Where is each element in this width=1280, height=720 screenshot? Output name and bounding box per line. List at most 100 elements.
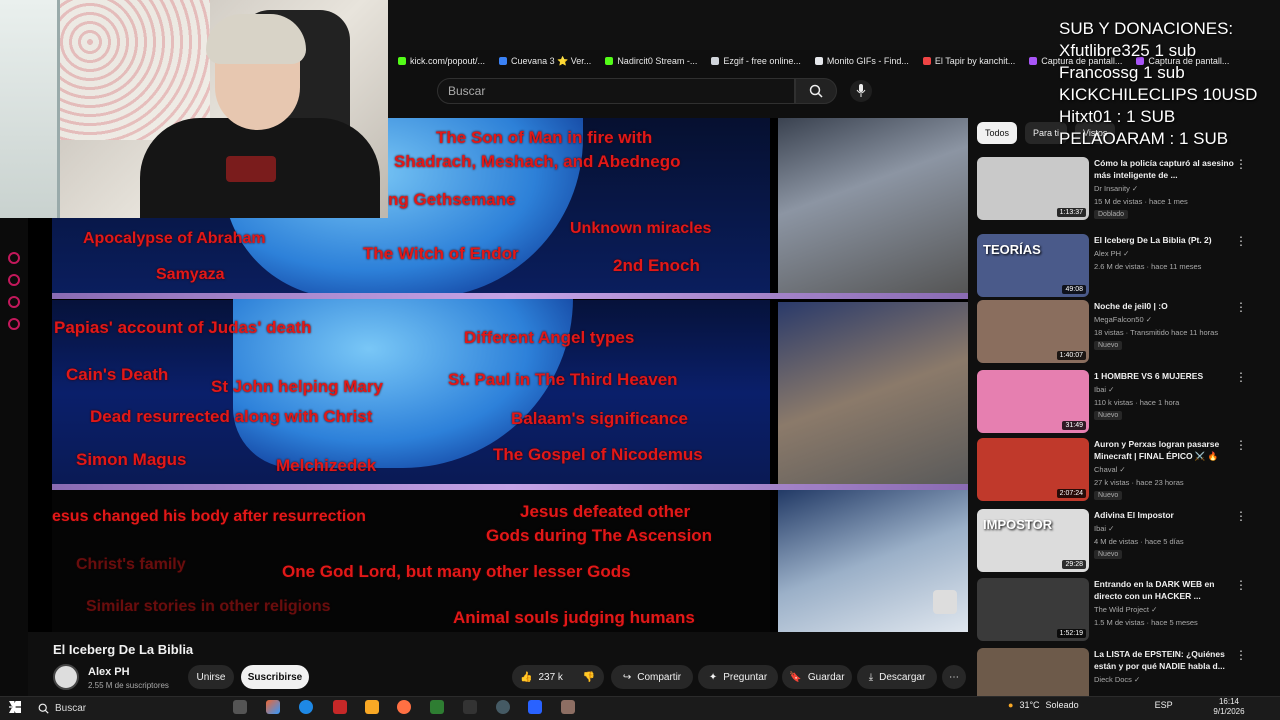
like-button[interactable]: 👍 237 k 👎 (512, 665, 604, 689)
bookmark-item[interactable]: Ezgif - free online... (711, 56, 801, 66)
share-button[interactable]: ↪ Compartir (611, 665, 693, 689)
iceberg-text: esus changed his body after resurrection (52, 508, 366, 525)
emote-icon (933, 590, 957, 614)
join-label: Unirse (196, 671, 226, 683)
rail-icon[interactable] (8, 296, 20, 308)
more-options-icon[interactable]: ⋮ (1235, 438, 1247, 452)
recommendation-item[interactable]: 1:52:19 Entrando en la DARK WEB en direct… (977, 578, 1267, 642)
more-options-icon[interactable]: ⋮ (1235, 370, 1247, 384)
iceberg-text: 2nd Enoch (613, 256, 700, 275)
channel-name[interactable]: Alex PH (88, 666, 130, 678)
bookmark-item[interactable]: Monito GIFs - Find... (814, 56, 909, 66)
mic-button[interactable] (850, 80, 872, 102)
app-icon[interactable] (333, 700, 347, 714)
recommendation-item[interactable]: 31:49 1 HOMBRE VS 6 MUJERES Ibai ✓ 110 k vi… (977, 370, 1267, 434)
recommendation-title[interactable]: Auron y Perxas logran pasarse Minecraft … (1094, 438, 1244, 462)
recommendation-channel[interactable]: Dieck Docs ✓ (1094, 675, 1140, 684)
subscribe-label: Suscribirse (247, 671, 303, 683)
epic-icon[interactable] (463, 700, 477, 714)
dislike-icon[interactable]: 👎 (583, 672, 595, 683)
app-icon[interactable] (561, 700, 575, 714)
recommendation-meta: 15 M de vistas · hace 1 mes (1094, 197, 1188, 206)
recommendation-item[interactable]: IMPOSTOR 29:28 Adivina El Impostor Ibai ✓ 4 … (977, 509, 1267, 573)
more-icon: ⋯ (949, 671, 959, 683)
recommendation-title[interactable]: Cómo la policía capturó al asesino más i… (1094, 157, 1244, 181)
ask-button[interactable]: ✦ Preguntar (698, 665, 778, 689)
more-options-icon[interactable]: ⋮ (1235, 157, 1247, 171)
save-button[interactable]: 🔖 Guardar (782, 665, 852, 689)
search-input[interactable]: Buscar (437, 78, 795, 104)
video-thumbnail[interactable]: TEORÍAS 49:08 (977, 234, 1089, 297)
iceberg-text: Balaam's significance (511, 409, 688, 428)
bookmark-item[interactable]: kick.com/popout/... (398, 56, 485, 66)
recommendation-title[interactable]: Noche de jeil0 | :O (1094, 300, 1244, 312)
bookmark-item[interactable]: El Tapir by kanchit... (922, 56, 1016, 66)
recommendation-item[interactable]: 1:13:37 Cómo la policía capturó al asesin… (977, 157, 1267, 221)
donation-line: Hitxt01 : 1 SUB (1059, 107, 1176, 126)
iceberg-text: Gods during The Ascension (486, 526, 713, 545)
recommendation-title[interactable]: 1 HOMBRE VS 6 MUJERES (1094, 370, 1244, 382)
video-thumbnail[interactable]: 1:40:07 (977, 300, 1089, 363)
store-icon[interactable] (528, 700, 542, 714)
join-button[interactable]: Unirse (188, 665, 234, 689)
recommendation-channel[interactable]: Alex PH ✓ (1094, 249, 1129, 258)
more-options-icon[interactable]: ⋮ (1235, 578, 1247, 592)
app-icon[interactable] (496, 700, 510, 714)
video-thumbnail[interactable]: 1:13:37 (977, 157, 1089, 220)
more-options-icon[interactable]: ⋮ (1235, 234, 1247, 248)
filter-chip[interactable]: Todos (977, 122, 1018, 144)
recommendation-item[interactable]: 2:07:24 Auron y Perxas logran pasarse Min… (977, 438, 1267, 502)
iceberg-text: Animal souls judging humans (453, 608, 695, 627)
folder-icon[interactable] (365, 700, 379, 714)
video-thumbnail[interactable]: 1:52:19 (977, 578, 1089, 641)
bookmark-label: Cuevana 3 ⭐ Ver... (511, 55, 592, 66)
excel-icon[interactable] (430, 700, 444, 714)
more-options-icon[interactable]: ⋮ (1235, 300, 1247, 314)
more-button[interactable]: ⋯ (942, 665, 966, 689)
recommendation-title[interactable]: La LISTA de EPSTEIN: ¿Quiénes están y po… (1094, 648, 1244, 672)
rail-icon[interactable] (8, 318, 20, 330)
recommendation-title[interactable]: Entrando en la DARK WEB en directo con u… (1094, 578, 1244, 602)
like-icon: 👍 (520, 671, 533, 683)
iceberg-text: Papias' account of Judas' death (54, 318, 312, 337)
download-button[interactable]: ⤓ Descargar (857, 665, 937, 689)
clock-date: 9/1/2026 (1213, 707, 1245, 716)
rail-icon[interactable] (8, 274, 20, 286)
recommendation-channel[interactable]: The Wild Project ✓ (1094, 605, 1157, 614)
recommendation-channel[interactable]: Chaval ✓ (1094, 465, 1126, 474)
recommendation-title[interactable]: Adivina El Impostor (1094, 509, 1244, 521)
recommendation-channel[interactable]: Ibai ✓ (1094, 385, 1114, 394)
bookmark-label: El Tapir by kanchit... (934, 56, 1016, 66)
search-button[interactable] (795, 78, 837, 104)
recommendation-title[interactable]: El Iceberg De La Biblia (Pt. 2) (1094, 234, 1244, 246)
recommendation-channel[interactable]: MegaFalcon50 ✓ (1094, 315, 1152, 324)
copilot-icon[interactable] (266, 700, 280, 714)
video-thumbnail[interactable]: 2:07:24 (977, 438, 1089, 501)
taskbar-search[interactable]: Buscar (32, 698, 222, 718)
clock[interactable]: 16:14 9/1/2026 (1210, 697, 1248, 717)
share-label: Compartir (637, 671, 682, 683)
bookmark-item[interactable]: Cuevana 3 ⭐ Ver... (499, 56, 591, 67)
recommendation-item[interactable]: TEORÍAS 49:08 El Iceberg De La Biblia (Pt.… (977, 234, 1267, 298)
status-badge: Nuevo (1094, 411, 1123, 420)
video-thumbnail[interactable]: 31:49 (977, 370, 1089, 433)
task-view-icon[interactable] (233, 700, 247, 714)
subscribe-button[interactable]: Suscribirse (241, 665, 309, 689)
more-options-icon[interactable]: ⋮ (1235, 509, 1247, 523)
more-options-icon[interactable]: ⋮ (1235, 648, 1247, 662)
language-indicator[interactable]: ESP (1155, 700, 1173, 710)
bookmark-item[interactable]: Nadircit0 Stream -... (605, 56, 697, 66)
rail-icon[interactable] (8, 252, 20, 264)
donations-overlay: SUB Y DONACIONES: Xfutlibre325 1 sub Franc… (1059, 18, 1280, 150)
edge-icon[interactable] (299, 700, 313, 714)
recommendation-channel[interactable]: Dr Insanity ✓ (1094, 184, 1138, 193)
video-thumbnail[interactable]: IMPOSTOR 29:28 (977, 509, 1089, 572)
duration-badge: 1:40:07 (1056, 351, 1086, 360)
recommendation-channel[interactable]: Ibai ✓ (1094, 524, 1114, 533)
brave-icon[interactable] (397, 700, 411, 714)
download-label: Descargar (879, 671, 926, 683)
sun-icon: ● (1008, 700, 1014, 710)
recommendation-item[interactable]: 1:40:07 Noche de jeil0 | :O MegaFalcon50 ✓… (977, 300, 1267, 364)
duration-badge: 2:07:24 (1056, 489, 1086, 498)
channel-avatar[interactable] (53, 664, 79, 690)
